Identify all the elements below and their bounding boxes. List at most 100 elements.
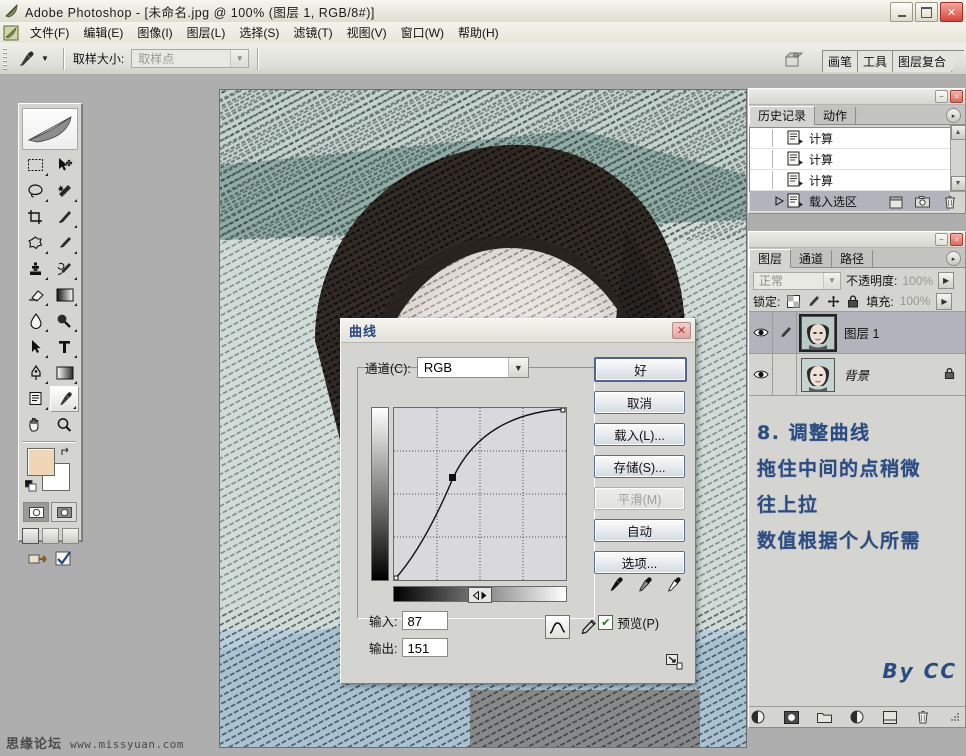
pencil-tool-icon[interactable] xyxy=(576,616,599,638)
magic-wand-icon[interactable] xyxy=(50,178,79,204)
menu-view[interactable]: 视图(V) xyxy=(340,22,394,43)
palette-menu-icon[interactable]: ▸ xyxy=(946,108,961,123)
opacity-slider-chevron-icon[interactable]: ▶ xyxy=(938,272,955,289)
scroll-down-icon[interactable]: ▼ xyxy=(950,176,966,191)
move-icon[interactable] xyxy=(50,152,79,178)
path-selection-icon[interactable] xyxy=(21,334,50,360)
fill-value[interactable]: 100% xyxy=(900,294,931,308)
slice-icon[interactable] xyxy=(50,204,79,230)
menu-select[interactable]: 选择(S) xyxy=(232,22,286,43)
curve-tool-icon[interactable] xyxy=(545,615,570,639)
ok-button[interactable]: 好 xyxy=(594,357,687,382)
eyedropper-icon[interactable] xyxy=(50,386,79,412)
adjustment-layer-icon[interactable] xyxy=(850,710,865,724)
tab-layers[interactable]: 图层 xyxy=(749,249,792,268)
palette-resize-grip[interactable] xyxy=(949,710,964,724)
palette-well-tab-tool-presets[interactable]: 工具 xyxy=(856,50,893,72)
maximize-icon[interactable] xyxy=(915,2,938,22)
layer-name[interactable]: 图层 1 xyxy=(844,323,879,342)
crop-icon[interactable] xyxy=(21,204,50,230)
minimize-icon[interactable]: – xyxy=(935,90,948,103)
brush-icon[interactable] xyxy=(50,230,79,256)
foreground-color-swatch[interactable] xyxy=(27,448,55,476)
options-button[interactable]: 选项... xyxy=(594,551,685,574)
zoom-icon[interactable] xyxy=(50,412,79,438)
new-document-from-state-icon[interactable] xyxy=(888,195,903,209)
jump-to-check-icon[interactable] xyxy=(55,551,73,570)
preview-checkbox[interactable]: ✔ xyxy=(598,615,614,630)
history-item[interactable]: 计算 xyxy=(750,149,950,170)
new-group-icon[interactable] xyxy=(816,710,832,724)
palette-menu-icon[interactable]: ▸ xyxy=(946,251,961,266)
full-screen-menubar-icon[interactable] xyxy=(41,528,59,544)
layer-name[interactable]: 背景 xyxy=(844,365,869,384)
standard-screen-icon[interactable] xyxy=(21,528,39,544)
menu-filter[interactable]: 滤镜(T) xyxy=(286,22,339,43)
history-item[interactable]: 计算 xyxy=(750,128,950,149)
file-browser-icon[interactable] xyxy=(784,49,806,69)
minimize-icon[interactable] xyxy=(890,2,913,22)
standard-mode-icon[interactable] xyxy=(23,502,49,522)
shape-rectangle-icon[interactable] xyxy=(50,360,79,386)
layer-visibility-toggle[interactable] xyxy=(749,312,773,353)
healing-brush-icon[interactable] xyxy=(21,230,50,256)
layer-mask-icon[interactable] xyxy=(783,710,799,724)
tab-paths[interactable]: 路径 xyxy=(832,250,874,267)
eraser-icon[interactable] xyxy=(21,282,50,308)
lock-position-icon[interactable] xyxy=(826,294,840,308)
table-row[interactable]: 图层 1 xyxy=(749,312,965,354)
jump-to-imageready-icon[interactable] xyxy=(28,551,50,570)
minimize-icon[interactable]: – xyxy=(935,233,948,246)
sample-size-select[interactable]: 取样点 ▼ xyxy=(131,49,250,68)
history-item[interactable]: 计算 xyxy=(750,170,950,191)
lock-image-icon[interactable] xyxy=(806,294,820,308)
pen-icon[interactable] xyxy=(21,360,50,386)
default-colors-icon[interactable] xyxy=(24,479,37,492)
cancel-button[interactable]: 取消 xyxy=(594,391,685,414)
gray-point-eyedropper-icon[interactable] xyxy=(635,575,654,597)
eyedropper-icon[interactable] xyxy=(13,47,39,71)
scroll-up-icon[interactable]: ▲ xyxy=(950,125,966,140)
resize-grip-icon[interactable] xyxy=(666,654,683,670)
opacity-value[interactable]: 100% xyxy=(902,274,933,288)
hand-icon[interactable] xyxy=(21,412,50,438)
marquee-rectangular-icon[interactable] xyxy=(21,152,50,178)
output-field[interactable]: 151 xyxy=(402,638,449,657)
channel-select[interactable]: RGB ▼ xyxy=(416,357,529,378)
auto-button[interactable]: 自动 xyxy=(594,519,685,542)
blur-icon[interactable] xyxy=(21,308,50,334)
layer-style-icon[interactable] xyxy=(751,710,766,724)
preview-row[interactable]: ✔ 预览(P) xyxy=(598,613,659,632)
black-point-eyedropper-icon[interactable] xyxy=(606,575,625,597)
lasso-icon[interactable] xyxy=(21,178,50,204)
curve-graph[interactable] xyxy=(393,407,567,581)
menu-file[interactable]: 文件(F) xyxy=(23,22,76,43)
options-bar-grip[interactable] xyxy=(3,47,7,70)
load-button[interactable]: 载入(L)... xyxy=(594,423,685,446)
menu-edit[interactable]: 编辑(E) xyxy=(76,22,130,43)
new-snapshot-icon[interactable] xyxy=(915,195,930,209)
close-icon[interactable]: ✕ xyxy=(950,90,963,103)
menu-help[interactable]: 帮助(H) xyxy=(451,22,506,43)
menu-window[interactable]: 窗口(W) xyxy=(394,22,451,43)
tab-actions[interactable]: 动作 xyxy=(815,107,857,124)
history-brush-icon[interactable] xyxy=(50,256,79,282)
save-button[interactable]: 存储(S)... xyxy=(594,455,685,478)
gradient-icon[interactable] xyxy=(50,282,79,308)
delete-layer-icon[interactable] xyxy=(916,710,931,724)
close-icon[interactable]: ✕ xyxy=(950,233,963,246)
input-field[interactable]: 87 xyxy=(402,611,449,630)
swap-colors-icon[interactable] xyxy=(59,446,72,461)
layer-thumbnail[interactable] xyxy=(801,357,835,392)
layer-thumbnail[interactable] xyxy=(799,313,837,352)
notes-icon[interactable] xyxy=(21,386,50,412)
clone-stamp-icon[interactable] xyxy=(21,256,50,282)
table-row[interactable]: 背景 xyxy=(749,354,965,396)
gradient-direction-toggle-icon[interactable] xyxy=(468,587,492,603)
lock-all-icon[interactable] xyxy=(846,294,860,308)
tab-history[interactable]: 历史记录 xyxy=(749,106,816,125)
menu-layer[interactable]: 图层(L) xyxy=(180,22,233,43)
close-icon[interactable]: ✕ xyxy=(672,322,691,339)
tab-channels[interactable]: 通道 xyxy=(791,250,833,267)
tool-preset-chevron-down-icon[interactable]: ▼ xyxy=(41,54,49,63)
